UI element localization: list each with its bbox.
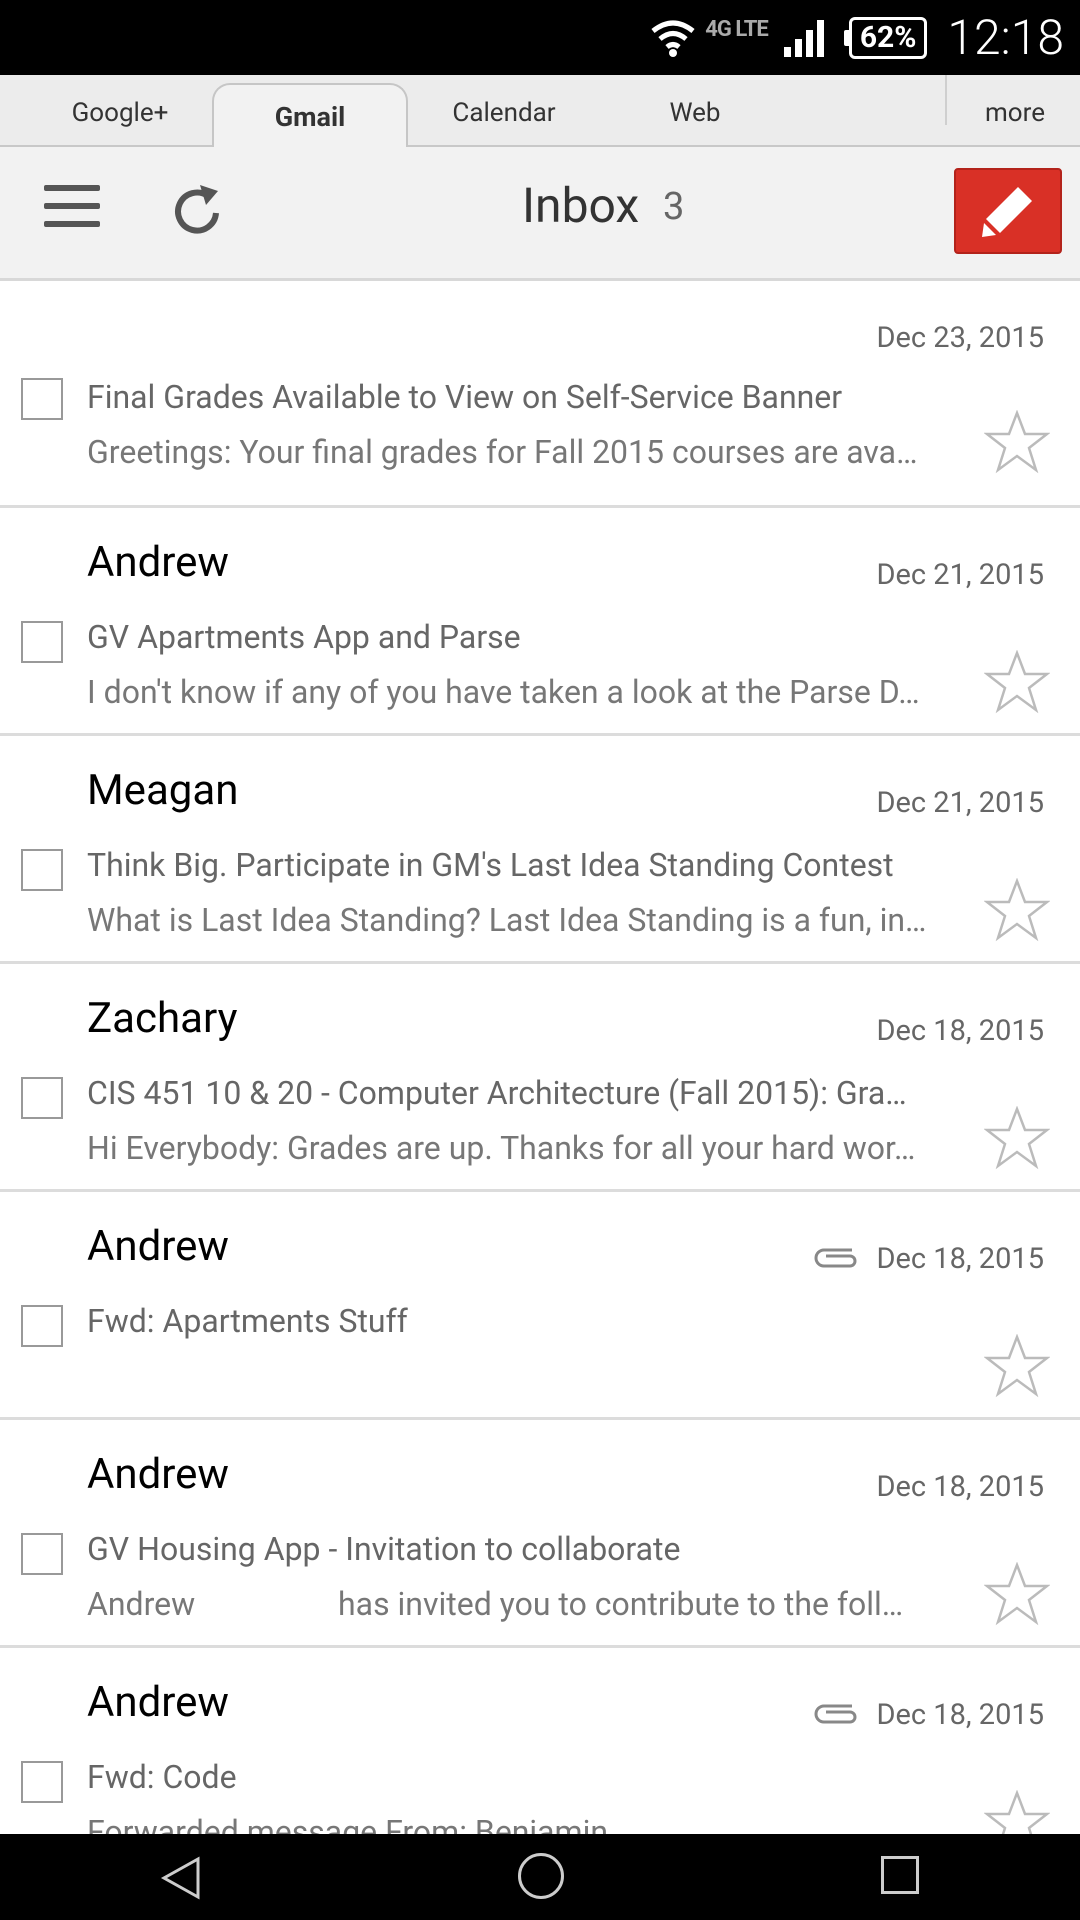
tab-divider — [945, 75, 947, 125]
email-sender: Zachary — [87, 994, 238, 1043]
star-icon[interactable] — [984, 650, 1050, 714]
compose-button[interactable] — [954, 168, 1062, 254]
email-sender: Andrew — [87, 1450, 229, 1499]
email-checkbox[interactable] — [21, 1533, 63, 1575]
email-subject: Fwd: Apartments Stuff — [87, 1302, 408, 1340]
email-sender: Andrew — [87, 538, 229, 587]
email-date: Dec 18, 2015 — [876, 1242, 1044, 1276]
pencil-icon — [982, 187, 1032, 237]
battery-level: 62% — [848, 16, 928, 59]
attachment-icon — [814, 1248, 857, 1268]
email-date: Dec 23, 2015 — [876, 321, 1044, 355]
email-sender: Andrew — [87, 1222, 229, 1271]
email-date: Dec 18, 2015 — [876, 1014, 1044, 1048]
email-subject: Think Big. Participate in GM's Last Idea… — [87, 846, 894, 884]
tab-more[interactable]: more — [965, 75, 1065, 147]
home-icon[interactable] — [518, 1853, 564, 1899]
email-snippet: Hi Everybody: Grades are up. Thanks for … — [87, 1129, 916, 1167]
email-checkbox[interactable] — [21, 1761, 63, 1803]
email-checkbox[interactable] — [21, 1305, 63, 1347]
unread-count: 3 — [663, 185, 685, 229]
email-date: Dec 18, 2015 — [876, 1470, 1044, 1504]
star-icon[interactable] — [984, 1334, 1050, 1398]
email-row[interactable]: Dec 23, 2015 Final Grades Available to V… — [0, 284, 1080, 508]
recent-apps-icon[interactable] — [881, 1856, 919, 1894]
email-date: Dec 21, 2015 — [876, 786, 1044, 820]
email-checkbox[interactable] — [21, 378, 63, 420]
page-title: Inbox — [522, 177, 640, 234]
star-icon[interactable] — [984, 1106, 1050, 1170]
tab-calendar[interactable]: Calendar — [430, 75, 578, 147]
email-row[interactable]: Zachary Dec 18, 2015 CIS 451 10 & 20 - C… — [0, 964, 1080, 1192]
email-row[interactable]: Andrew Dec 18, 2015 Fwd: Apartments Stuf… — [0, 1192, 1080, 1420]
email-sender: Meagan — [87, 766, 239, 815]
refresh-icon[interactable] — [170, 181, 226, 241]
network-type-label: 4G LTE — [705, 17, 769, 42]
attachment-icon — [814, 1704, 857, 1724]
email-date: Dec 21, 2015 — [876, 558, 1044, 592]
tab-gmail[interactable]: Gmail — [212, 83, 408, 149]
wifi-icon — [651, 20, 695, 57]
system-nav-bar — [0, 1834, 1080, 1920]
clock: 12:18 — [947, 9, 1064, 66]
battery-indicator: 62% — [843, 16, 928, 59]
email-subject: GV Apartments App and Parse — [87, 618, 521, 656]
email-row[interactable]: Andrew Dec 18, 2015 Fwd: Code Forwarded … — [0, 1648, 1080, 1834]
app-tab-strip: Google+ Gmail Calendar Web more — [0, 75, 1080, 149]
email-checkbox[interactable] — [21, 621, 63, 663]
star-icon[interactable] — [984, 878, 1050, 942]
email-subject: GV Housing App - Invitation to collabora… — [87, 1530, 681, 1568]
menu-icon[interactable] — [44, 185, 100, 235]
email-list[interactable]: Dec 23, 2015 Final Grades Available to V… — [0, 284, 1080, 1834]
star-icon[interactable] — [984, 1562, 1050, 1626]
email-row[interactable]: Meagan Dec 21, 2015 Think Big. Participa… — [0, 736, 1080, 964]
email-snippet: What is Last Idea Standing? Last Idea St… — [87, 901, 927, 939]
star-icon[interactable] — [984, 1790, 1050, 1834]
email-date: Dec 18, 2015 — [876, 1698, 1044, 1732]
email-snippet: Forwarded message From: Benjamin — [87, 1813, 609, 1834]
email-row[interactable]: Andrew Dec 18, 2015 GV Housing App - Inv… — [0, 1420, 1080, 1648]
status-bar: 4G LTE 62% 12:18 — [0, 0, 1080, 75]
back-icon[interactable] — [160, 1856, 202, 1900]
email-subject: CIS 451 10 & 20 - Computer Architecture … — [87, 1074, 907, 1112]
email-snippet: Andrew has invited you to contribute to … — [87, 1585, 904, 1623]
email-checkbox[interactable] — [21, 849, 63, 891]
tab-google-plus[interactable]: Google+ — [40, 75, 200, 147]
email-row[interactable]: Andrew Dec 21, 2015 GV Apartments App an… — [0, 508, 1080, 736]
star-icon[interactable] — [984, 410, 1050, 474]
email-subject: Final Grades Available to View on Self-S… — [87, 378, 843, 416]
tab-web[interactable]: Web — [640, 75, 750, 147]
email-checkbox[interactable] — [21, 1077, 63, 1119]
email-sender: Andrew — [87, 1678, 229, 1727]
email-snippet: Greetings: Your final grades for Fall 20… — [87, 433, 918, 471]
email-subject: Fwd: Code — [87, 1758, 237, 1796]
email-snippet: I don't know if any of you have taken a … — [87, 673, 920, 711]
inbox-toolbar: Inbox 3 — [0, 147, 1080, 281]
signal-icon — [783, 19, 824, 57]
